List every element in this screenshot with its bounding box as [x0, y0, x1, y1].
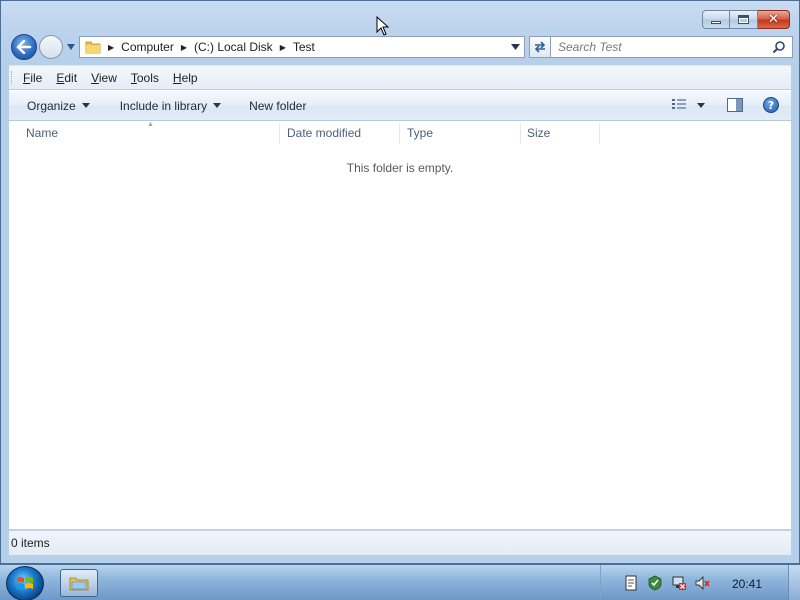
search-input[interactable] — [551, 37, 761, 57]
back-arrow-icon — [16, 40, 32, 54]
maximize-icon — [738, 15, 749, 24]
change-view-icon[interactable] — [671, 98, 687, 112]
include-in-library-button[interactable]: Include in library — [119, 98, 222, 113]
menu-view[interactable]: View — [91, 71, 117, 85]
taskbar-explorer-button[interactable] — [60, 569, 98, 597]
column-divider[interactable] — [599, 123, 600, 144]
preview-pane-icon[interactable] — [727, 98, 743, 112]
views-dropdown-icon[interactable] — [697, 102, 705, 108]
file-list[interactable]: Name ▲ Date modified Type Size This fold… — [9, 121, 791, 529]
breadcrumb-local-disk[interactable]: (C:) Local Disk — [194, 40, 273, 54]
include-in-library-label: Include in library — [119, 98, 208, 113]
explorer-window: ✕ ▶ Computer ▶ (C:) Local Disk ▶ Test Se… — [0, 0, 800, 564]
new-folder-label: New folder — [249, 98, 307, 113]
command-bar-right: ? — [671, 97, 779, 113]
sort-ascending-icon: ▲ — [147, 121, 154, 128]
recent-pages-dropdown-icon[interactable] — [66, 42, 76, 52]
mouse-pointer-icon — [376, 16, 390, 36]
close-button[interactable]: ✕ — [758, 10, 790, 29]
menu-file[interactable]: File — [23, 71, 42, 85]
menu-edit[interactable]: Edit — [56, 71, 77, 85]
explorer-folder-icon — [69, 577, 89, 591]
organize-button[interactable]: Organize — [27, 99, 90, 113]
address-bar[interactable]: ▶ Computer ▶ (C:) Local Disk ▶ Test — [79, 36, 525, 58]
breadcrumb-separator-icon[interactable]: ▶ — [181, 43, 187, 52]
empty-folder-message: This folder is empty. — [346, 161, 454, 175]
menu-help[interactable]: Help — [173, 71, 198, 85]
document-icon[interactable] — [623, 575, 639, 591]
folder-icon — [85, 41, 101, 54]
refresh-button[interactable] — [529, 36, 551, 58]
column-header-type[interactable]: Type — [398, 121, 518, 146]
menu-grip — [11, 70, 14, 85]
maximize-button[interactable] — [730, 10, 758, 29]
menu-bar: File Edit View Tools Help — [9, 65, 791, 89]
start-button[interactable] — [6, 566, 44, 600]
minimize-button[interactable] — [702, 10, 730, 29]
volume-muted-icon[interactable] — [695, 575, 711, 591]
column-headers: Name ▲ Date modified Type Size — [9, 121, 791, 146]
command-bar: Organize Include in library New folder ? — [9, 90, 791, 121]
breadcrumb-test[interactable]: Test — [293, 40, 315, 54]
show-desktop-button[interactable] — [788, 565, 800, 600]
action-center-icon[interactable] — [647, 575, 663, 591]
minimize-icon — [711, 21, 721, 24]
chevron-down-icon — [81, 103, 90, 108]
windows-logo-icon — [17, 576, 33, 589]
breadcrumb-separator-icon[interactable]: ▶ — [108, 43, 114, 52]
taskbar: 20:41 — [0, 564, 800, 600]
clock[interactable]: 20:41 — [732, 577, 762, 591]
status-bar: 0 items — [9, 530, 791, 555]
close-icon: ✕ — [768, 12, 779, 27]
breadcrumb-separator-icon[interactable]: ▶ — [280, 43, 286, 52]
back-button[interactable] — [11, 34, 37, 60]
chevron-down-icon — [213, 103, 222, 108]
organize-label: Organize — [27, 98, 76, 113]
address-dropdown-icon[interactable] — [511, 44, 520, 50]
menu-tools[interactable]: Tools — [131, 71, 159, 85]
system-tray: 20:41 — [600, 565, 800, 600]
new-folder-button[interactable]: New folder — [249, 99, 306, 113]
column-header-date-modified[interactable]: Date modified — [278, 121, 398, 146]
navigation-row: ▶ Computer ▶ (C:) Local Disk ▶ Test — [9, 34, 793, 60]
caption-buttons: ✕ — [702, 10, 790, 29]
network-disconnected-icon[interactable] — [671, 575, 687, 591]
help-icon[interactable]: ? — [763, 97, 779, 113]
forward-button[interactable] — [39, 35, 63, 59]
item-count: 0 items — [11, 536, 50, 550]
refresh-icon — [534, 41, 546, 53]
column-header-size[interactable]: Size — [518, 121, 598, 146]
search-icon[interactable] — [772, 40, 786, 54]
search-box[interactable] — [550, 36, 793, 58]
breadcrumb-computer[interactable]: Computer — [121, 40, 174, 54]
